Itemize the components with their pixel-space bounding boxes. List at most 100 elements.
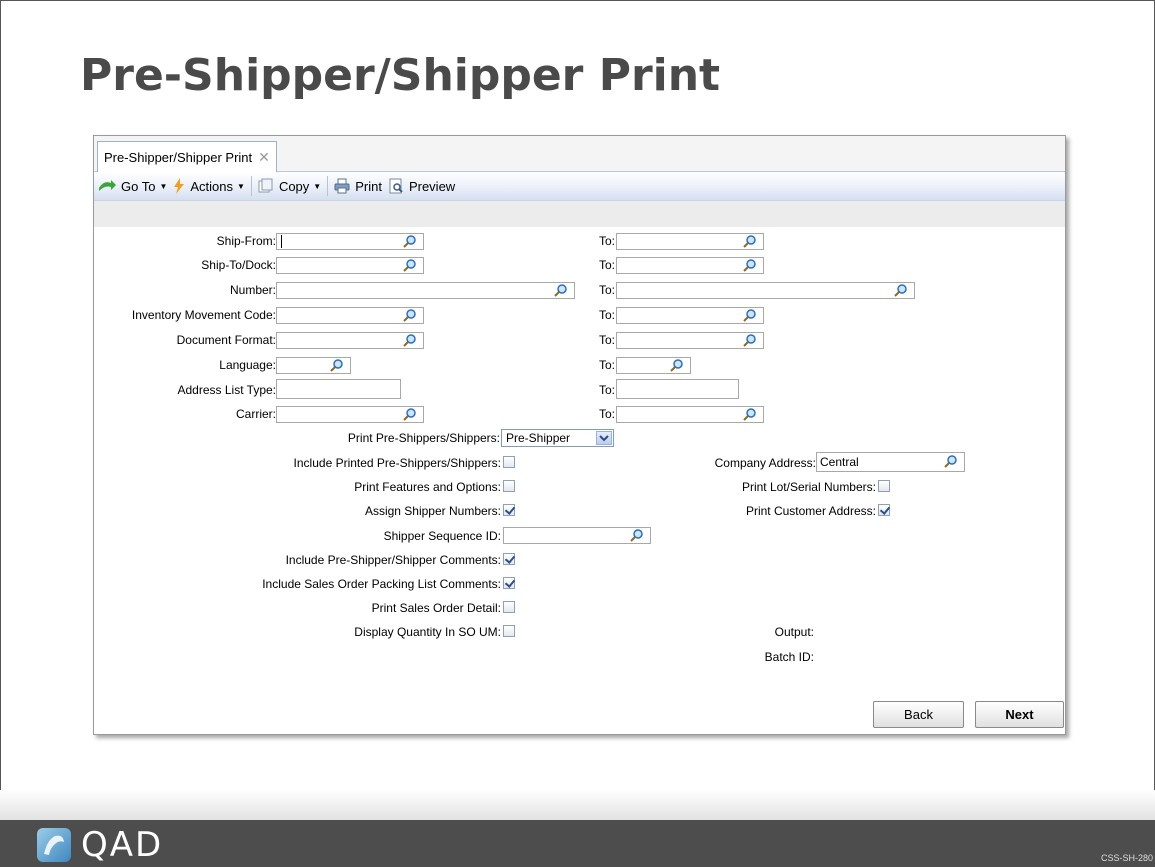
toolbar-divider: [250, 176, 252, 196]
to-label: To:: [598, 258, 615, 272]
company-address-label: Company Address:: [714, 456, 816, 470]
preview-icon: [389, 178, 403, 194]
copy-button[interactable]: Copy ▼: [258, 175, 321, 197]
back-button[interactable]: Back: [873, 701, 964, 728]
carrier-label: Carrier:: [235, 407, 276, 421]
number-label: Number:: [229, 283, 276, 297]
to-label: To:: [598, 358, 615, 372]
qad-logo: QAD: [37, 828, 163, 862]
next-button[interactable]: Next: [975, 701, 1064, 728]
inv-move-code-input[interactable]: [276, 307, 424, 324]
tab-label: Pre-Shipper/Shipper Print: [104, 149, 253, 165]
include-printed-checkbox[interactable]: [503, 456, 515, 468]
copy-label: Copy: [278, 178, 310, 194]
footer-bar: QAD CSS-SH-280: [0, 820, 1155, 867]
print-lot-checkbox[interactable]: [878, 480, 890, 492]
company-address-input[interactable]: Central: [816, 452, 965, 472]
search-icon[interactable]: [403, 258, 417, 272]
search-icon[interactable]: [944, 454, 958, 468]
qad-logo-icon: [37, 828, 71, 862]
print-ps-select[interactable]: Pre-Shipper: [501, 429, 614, 447]
print-ps-value: Pre-Shipper: [506, 431, 571, 445]
assign-numbers-label: Assign Shipper Numbers:: [364, 504, 501, 518]
preview-label: Preview: [408, 178, 456, 194]
search-icon[interactable]: [743, 333, 757, 347]
seq-id-input[interactable]: [503, 527, 651, 544]
to-label: To:: [598, 383, 615, 397]
addr-list-type-input[interactable]: [276, 379, 401, 399]
number-input[interactable]: [276, 282, 575, 299]
number-to-input[interactable]: [616, 282, 915, 299]
to-label: To:: [598, 407, 615, 421]
company-address-value: Central: [820, 455, 859, 469]
search-icon[interactable]: [330, 358, 344, 372]
doc-format-input[interactable]: [276, 332, 424, 349]
search-icon[interactable]: [630, 528, 644, 542]
include-comments-checkbox[interactable]: [503, 553, 515, 565]
assign-numbers-checkbox[interactable]: [503, 504, 515, 516]
footer-fade: [0, 790, 1155, 820]
language-label: Language:: [219, 358, 276, 372]
seq-id-label: Shipper Sequence ID:: [383, 529, 501, 543]
tab-strip: Pre-Shipper/Shipper Print ✕: [94, 136, 1065, 172]
include-so-comments-checkbox[interactable]: [503, 577, 515, 589]
include-printed-label: Include Printed Pre-Shippers/Shippers:: [293, 456, 501, 470]
tab-pre-shipper-print[interactable]: Pre-Shipper/Shipper Print ✕: [97, 141, 277, 172]
qad-logo-text: QAD: [81, 825, 164, 865]
search-icon[interactable]: [743, 258, 757, 272]
chevron-down-icon: ▼: [313, 181, 322, 191]
actions-button[interactable]: Actions ▼: [173, 175, 245, 197]
inv-move-code-to-input[interactable]: [616, 307, 764, 324]
goto-label: Go To: [121, 178, 156, 194]
print-button[interactable]: Print: [334, 175, 382, 197]
app-window: Pre-Shipper/Shipper Print ✕ Go To ▼ Acti…: [93, 135, 1066, 735]
print-so-detail-label: Print Sales Order Detail:: [371, 601, 501, 615]
search-icon[interactable]: [670, 358, 684, 372]
to-label: To:: [598, 333, 615, 347]
addr-list-type-label: Address List Type:: [177, 383, 277, 397]
lightning-icon: [174, 178, 185, 194]
arrow-right-icon: [99, 180, 116, 191]
actions-label: Actions: [190, 178, 234, 194]
search-icon[interactable]: [403, 333, 417, 347]
search-icon[interactable]: [743, 308, 757, 322]
slide-title: Pre-Shipper/Shipper Print: [80, 50, 721, 101]
inv-move-code-label: Inventory Movement Code:: [131, 308, 276, 322]
doc-format-to-input[interactable]: [616, 332, 764, 349]
batch-id-label: Batch ID:: [764, 650, 814, 664]
close-icon[interactable]: ✕: [258, 149, 270, 166]
output-label: Output:: [774, 625, 814, 639]
print-so-detail-checkbox[interactable]: [503, 601, 515, 613]
include-comments-label: Include Pre-Shipper/Shipper Comments:: [285, 553, 501, 567]
search-icon[interactable]: [554, 283, 568, 297]
slide-code: CSS-SH-280: [1100, 853, 1153, 863]
search-icon[interactable]: [403, 407, 417, 421]
text-cursor: [281, 235, 282, 248]
print-ps-label: Print Pre-Shippers/Shippers:: [347, 431, 500, 445]
carrier-to-input[interactable]: [616, 406, 764, 423]
goto-button[interactable]: Go To ▼: [98, 175, 167, 197]
print-features-checkbox[interactable]: [503, 480, 515, 492]
addr-list-type-to-input[interactable]: [616, 379, 739, 399]
printer-icon: [334, 178, 350, 194]
preview-button[interactable]: Preview: [388, 175, 455, 197]
ship-to-dock-input[interactable]: [276, 257, 424, 274]
ship-to-dock-to-input[interactable]: [616, 257, 764, 274]
search-icon[interactable]: [403, 234, 417, 248]
ship-to-dock-label: Ship-To/Dock:: [201, 258, 276, 272]
search-icon[interactable]: [403, 308, 417, 322]
carrier-input[interactable]: [276, 406, 424, 423]
ship-from-input[interactable]: [276, 233, 424, 250]
search-icon[interactable]: [743, 234, 757, 248]
display-qty-checkbox[interactable]: [503, 625, 515, 637]
chevron-down-icon: ▼: [159, 181, 168, 191]
doc-format-label: Document Format:: [176, 333, 276, 347]
display-qty-label: Display Quantity In SO UM:: [354, 625, 501, 639]
search-icon[interactable]: [743, 407, 757, 421]
search-icon[interactable]: [894, 283, 908, 297]
chevron-down-icon: [596, 431, 612, 445]
ship-from-to-input[interactable]: [616, 233, 764, 250]
print-cust-addr-checkbox[interactable]: [878, 504, 890, 516]
print-lot-label: Print Lot/Serial Numbers:: [741, 480, 876, 494]
to-label: To:: [598, 283, 615, 297]
